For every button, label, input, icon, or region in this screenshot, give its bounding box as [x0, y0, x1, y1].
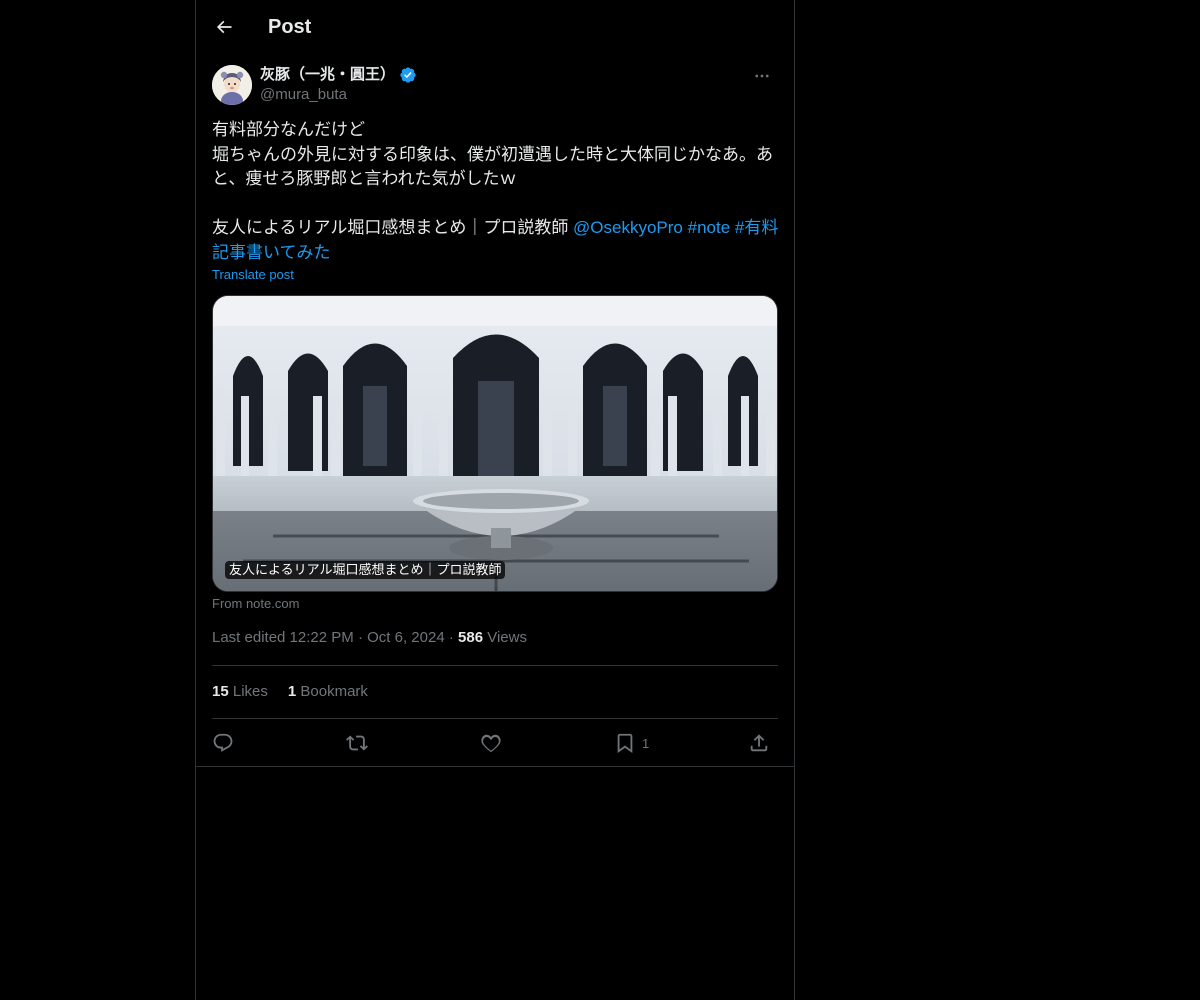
more-horizontal-icon	[755, 74, 769, 78]
card-source-link[interactable]: From note.com	[212, 595, 299, 613]
card-image	[213, 296, 777, 591]
post-column: Post 灰豚（一兆・圓王） @mura_buta 有料部分なんだけど 堀ちゃん…	[195, 0, 795, 1000]
post-meta: Last edited 12:22 PM · Oct 6, 2024 · 586…	[212, 628, 527, 648]
divider	[212, 718, 778, 719]
likes-stat[interactable]: 15 Likes	[212, 682, 268, 702]
arrow-left-icon	[216, 20, 232, 34]
hashtag-link[interactable]: #note	[688, 218, 731, 237]
views-label: Views	[487, 629, 527, 646]
bookmark-button[interactable]: 1	[614, 730, 649, 756]
bookmarks-stat[interactable]: 1 Bookmark	[288, 682, 368, 702]
post-date[interactable]: Oct 6, 2024	[367, 629, 445, 646]
separator-dot: ·	[448, 629, 459, 646]
back-button[interactable]	[208, 11, 240, 43]
action-bar: 1	[212, 730, 778, 756]
avatar-illustration	[212, 65, 252, 105]
divider	[212, 665, 778, 666]
share-icon	[750, 734, 768, 752]
repost-button[interactable]	[346, 730, 368, 756]
author-handle[interactable]: @mura_buta	[260, 85, 347, 105]
post-text-line: 有料部分なんだけど	[212, 120, 365, 139]
bookmark-icon	[617, 733, 633, 754]
mention-link[interactable]: @OsekkyoPro	[573, 218, 683, 237]
translate-post-link[interactable]: Translate post	[212, 266, 294, 284]
reply-icon	[213, 733, 233, 752]
views-count: 586	[458, 629, 484, 646]
likes-label: Likes	[232, 683, 268, 700]
bookmarks-count: 1	[287, 683, 297, 700]
repost-icon	[346, 735, 368, 751]
author-block: 灰豚（一兆・圓王） @mura_buta	[212, 64, 778, 108]
author-name[interactable]: 灰豚（一兆・圓王）	[260, 65, 417, 85]
post-text-line: 友人によるリアル堀口感想まとめ｜プロ説教師	[212, 218, 574, 237]
author-name-text: 灰豚（一兆・圓王）	[260, 66, 396, 83]
link-preview-card[interactable]: 友人によるリアル堀口感想まとめ｜プロ説教師	[212, 295, 778, 592]
like-button[interactable]	[480, 730, 502, 756]
page-header: Post	[196, 0, 794, 54]
post-text-line: 堀ちゃんの外見に対する印象は、僕が初遭遇した時と大体同じかなあ。あと、痩せろ豚野…	[212, 144, 773, 189]
avatar[interactable]	[212, 65, 252, 105]
share-button[interactable]	[748, 730, 770, 756]
page-title: Post	[268, 16, 312, 38]
bookmark-count: 1	[642, 735, 650, 751]
reply-button[interactable]	[212, 730, 234, 756]
edited-time[interactable]: Last edited 12:22 PM	[212, 629, 354, 646]
verified-badge-icon	[399, 66, 417, 84]
card-caption: 友人によるリアル堀口感想まとめ｜プロ説教師	[225, 561, 506, 579]
likes-count: 15	[212, 683, 229, 700]
heart-icon	[481, 734, 501, 753]
more-options-button[interactable]	[746, 64, 778, 88]
engagement-stats: 15 Likes 1 Bookmark	[212, 682, 368, 702]
divider	[196, 766, 794, 767]
post-text: 有料部分なんだけど 堀ちゃんの外見に対する印象は、僕が初遭遇した時と大体同じかな…	[212, 118, 780, 265]
bookmarks-label: Bookmark	[300, 683, 368, 700]
separator-dot: ·	[357, 629, 368, 646]
